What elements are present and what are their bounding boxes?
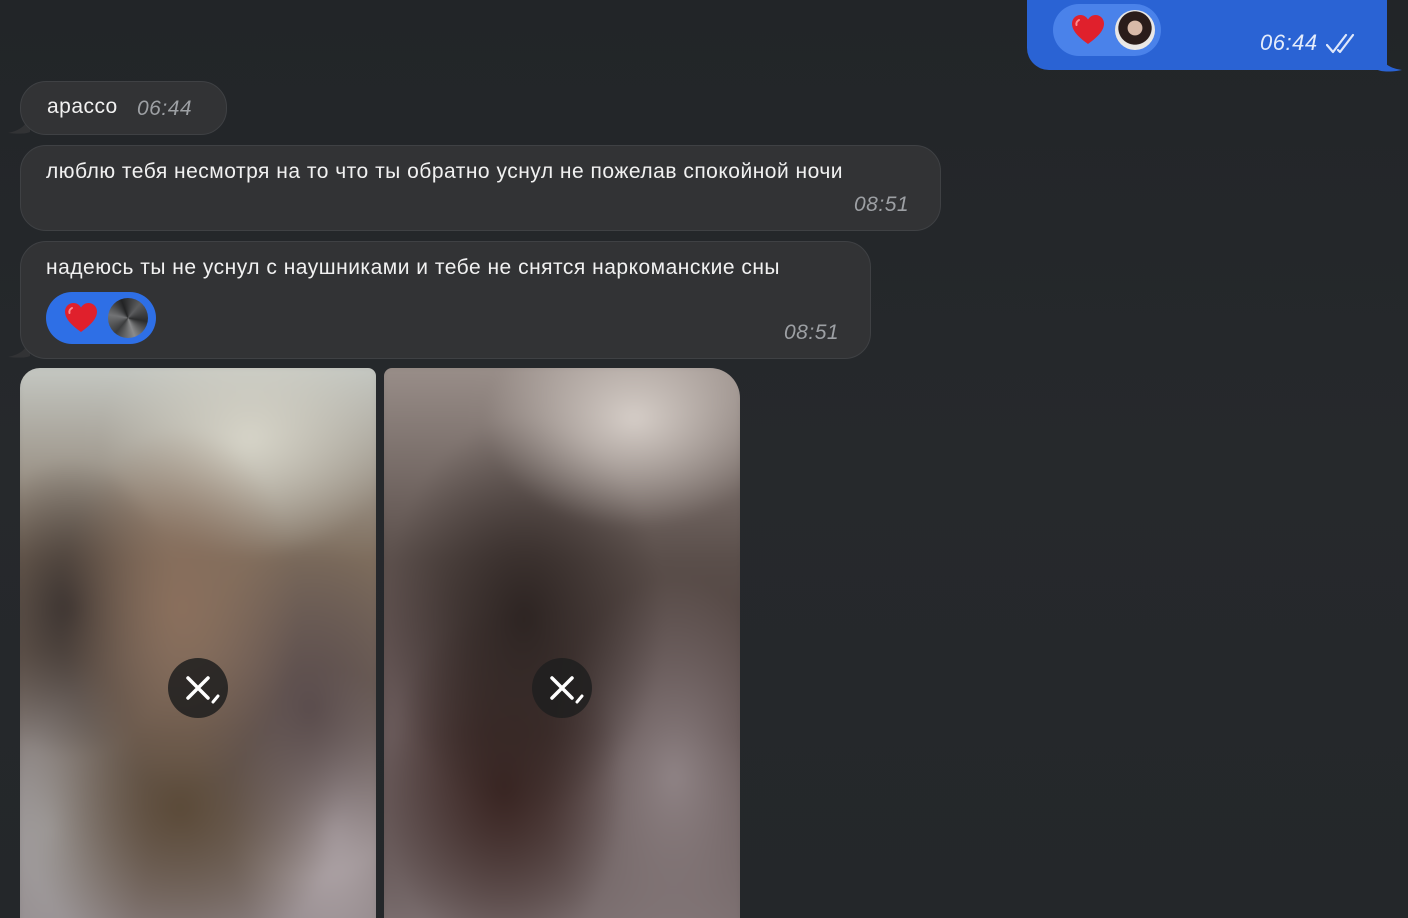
photo-attachment[interactable] [384,368,740,918]
message-reaction-pill[interactable] [46,292,156,344]
heart-icon [65,303,97,332]
message-time: 06:44 [1260,30,1318,55]
blurred-photo [20,368,376,918]
message-time: 08:51 [784,321,840,344]
outgoing-reaction-pill[interactable] [1053,4,1161,56]
message-time: 06:44 [137,97,193,120]
close-icon [550,676,584,704]
heart-icon [1072,15,1104,44]
avatar-icon [108,298,148,338]
double-check-icon [1326,33,1355,54]
message-text: apacco [47,95,118,118]
message-time: 08:51 [854,193,910,216]
chat-area: 06:44 apacco 06:44 люблю тебя несмотря н… [0,0,1408,918]
incoming-message-bubble[interactable]: apacco 06:44 [20,81,227,135]
message-text: люблю тебя несмотря на то что ты обратно… [46,160,844,183]
incoming-message-bubble[interactable]: люблю тебя несмотря на то что ты обратно… [20,145,941,231]
cancel-download-button[interactable] [532,658,592,718]
photo-attachment[interactable] [20,368,376,918]
message-text: надеюсь ты не уснул с наушниками и тебе … [46,256,781,279]
outgoing-bubble-tail [1378,48,1402,72]
close-icon [186,676,220,704]
cancel-download-button[interactable] [168,658,228,718]
avatar-icon [1115,10,1155,50]
blurred-photo [384,368,740,918]
